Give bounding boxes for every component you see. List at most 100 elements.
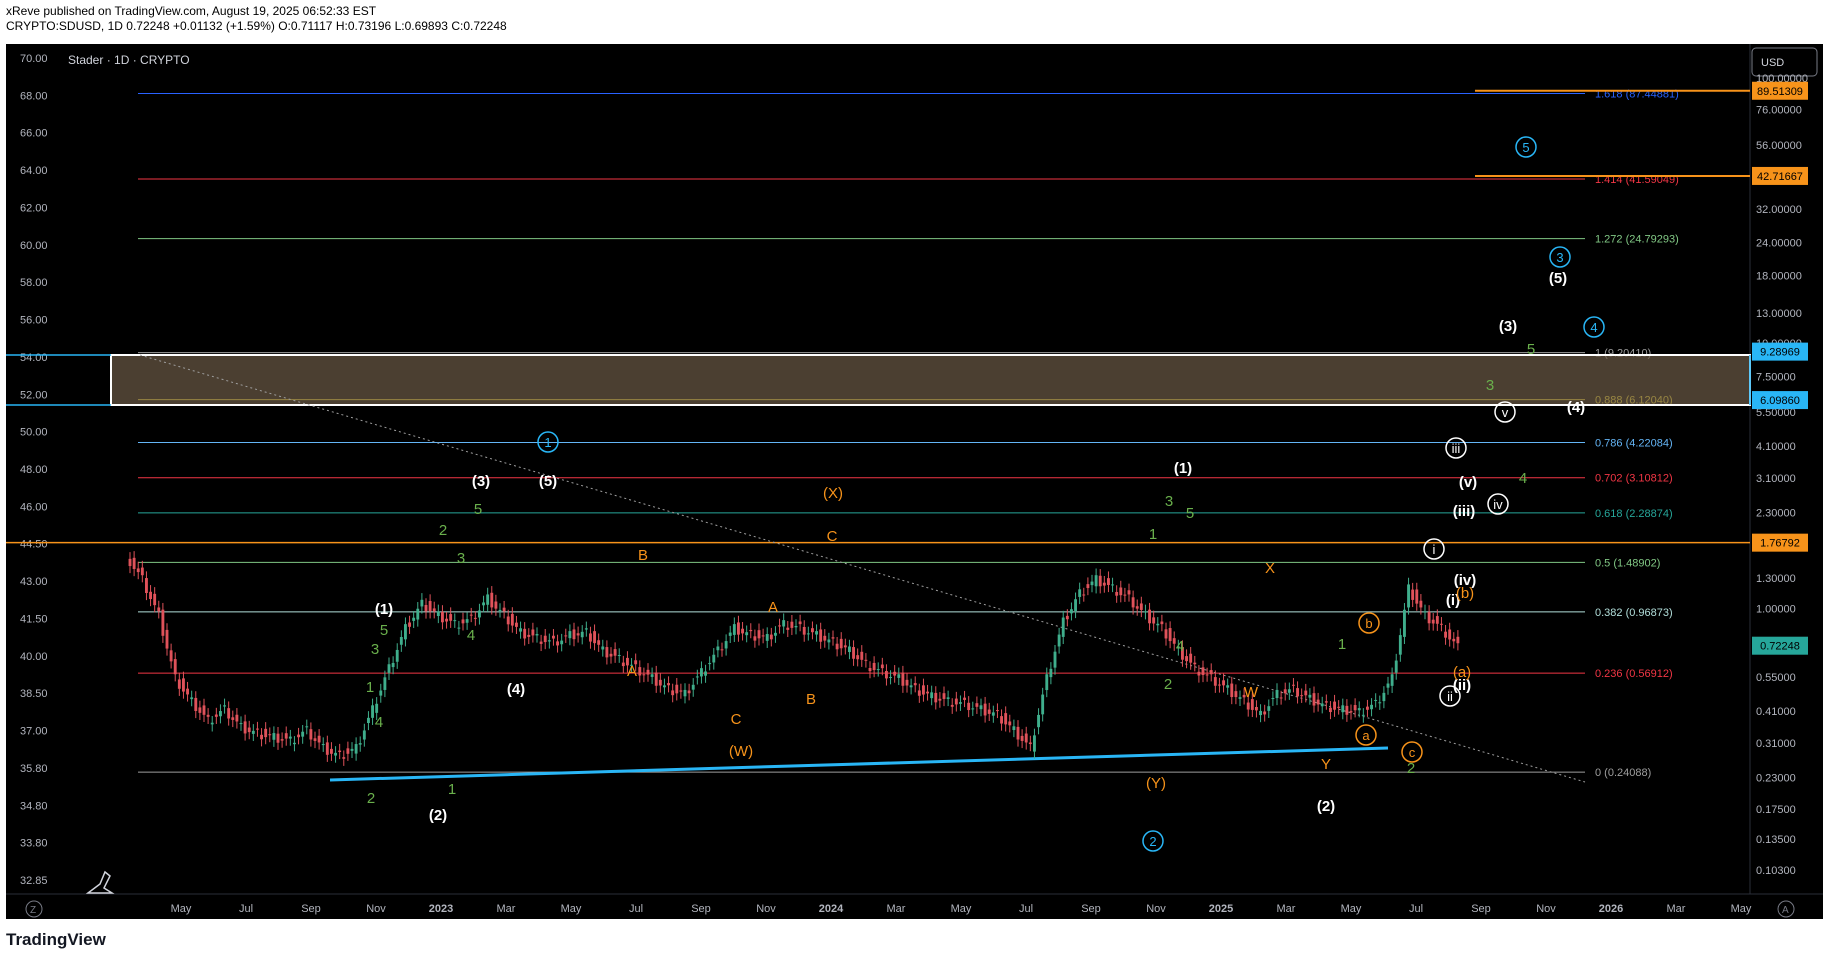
candle-body bbox=[802, 626, 806, 635]
candle-body bbox=[1045, 674, 1049, 691]
candle-body bbox=[1193, 662, 1197, 665]
candle-body bbox=[1230, 683, 1234, 698]
candle-body bbox=[1287, 689, 1291, 693]
circled-wave-label: 5 bbox=[1522, 140, 1529, 155]
candle-body bbox=[1374, 699, 1378, 701]
wave-label: (iii) bbox=[1453, 503, 1476, 520]
supply-zone-box[interactable] bbox=[110, 354, 1751, 406]
candle-body bbox=[1139, 603, 1143, 610]
x-axis-tick: Sep bbox=[301, 903, 321, 915]
candle-body bbox=[856, 655, 860, 660]
candle-body bbox=[486, 594, 490, 605]
candle-body bbox=[379, 690, 383, 696]
candle-body bbox=[868, 668, 872, 672]
candle-body bbox=[778, 625, 781, 627]
x-axis-tick: May bbox=[1341, 903, 1362, 915]
price-badge-text: 0.72248 bbox=[1760, 641, 1800, 653]
candle-body bbox=[424, 604, 428, 612]
wave-label: 3 bbox=[1165, 493, 1173, 510]
candle-body bbox=[815, 631, 818, 635]
candle-body bbox=[177, 679, 181, 689]
candle-body bbox=[617, 655, 621, 657]
candle-body bbox=[161, 609, 165, 636]
wave-label: C bbox=[827, 528, 838, 545]
candle-body bbox=[362, 730, 366, 740]
candle-body bbox=[1456, 636, 1460, 644]
candle-body bbox=[971, 708, 975, 710]
wave-label: 1 bbox=[448, 781, 456, 798]
candle-body bbox=[186, 688, 189, 695]
x-axis-tick: Mar bbox=[497, 903, 516, 915]
candle-body bbox=[819, 629, 823, 642]
wave-label: (v) bbox=[1459, 474, 1477, 491]
candle-body bbox=[1037, 714, 1040, 728]
candle-body bbox=[1234, 691, 1238, 698]
candle-body bbox=[654, 672, 658, 686]
candle-body bbox=[794, 625, 798, 628]
candle-body bbox=[309, 729, 313, 740]
tradingview-logo[interactable]: TradingView bbox=[6, 930, 106, 950]
wave-label: 4 bbox=[375, 714, 383, 731]
right-axis-tick: 0.13500 bbox=[1756, 834, 1796, 846]
left-axis-tick: 70.00 bbox=[20, 53, 48, 65]
candle-body bbox=[527, 634, 531, 637]
candle-body bbox=[190, 697, 194, 700]
candle-body bbox=[917, 690, 921, 696]
circled-wave-label: i bbox=[1433, 542, 1436, 557]
candle-body bbox=[297, 734, 300, 738]
candle-body bbox=[811, 628, 814, 633]
wave-label: 3 bbox=[457, 550, 465, 567]
price-chart[interactable]: Stader · 1D · CRYPTO USD 70.00 68.00 66.00… bbox=[0, 0, 1829, 960]
candle-body bbox=[885, 670, 888, 679]
candle-body bbox=[1086, 584, 1090, 589]
candle-body bbox=[695, 676, 699, 678]
candle-body bbox=[383, 677, 387, 690]
x-axis-tick: 2026 bbox=[1599, 903, 1623, 915]
candle-body bbox=[1329, 707, 1332, 713]
x-axis-tick: Jul bbox=[239, 903, 253, 915]
x-axis-tick: Sep bbox=[691, 903, 711, 915]
candle-body bbox=[1222, 680, 1225, 686]
wave-label: 2 bbox=[439, 522, 447, 539]
wave-label: Y bbox=[1321, 756, 1331, 773]
candle-body bbox=[1131, 597, 1135, 608]
candle-body bbox=[967, 702, 971, 711]
candle-body bbox=[1320, 703, 1324, 707]
right-axis-tick: 56.00000 bbox=[1756, 140, 1802, 152]
candle-body bbox=[708, 663, 712, 665]
candle-body bbox=[580, 631, 584, 638]
x-axis-tick: 2025 bbox=[1209, 903, 1233, 915]
candle-body bbox=[182, 678, 185, 692]
wave-label: B bbox=[638, 547, 648, 564]
candle-body bbox=[1361, 714, 1365, 716]
candle-body bbox=[1267, 706, 1271, 711]
candle-body bbox=[523, 628, 527, 639]
candle-body bbox=[482, 602, 485, 606]
wave-label: A bbox=[768, 599, 778, 616]
fib-level-label: 0.702 (3.10812) bbox=[1595, 473, 1673, 485]
x-axis-tick: Mar bbox=[887, 903, 906, 915]
candle-body bbox=[745, 632, 749, 636]
candle-body bbox=[547, 640, 551, 642]
right-axis-tick: 4.10000 bbox=[1756, 441, 1796, 453]
candle-body bbox=[251, 730, 255, 734]
candle-body bbox=[1053, 651, 1057, 668]
candle-body bbox=[728, 632, 732, 636]
candle-body bbox=[905, 679, 909, 686]
left-axis-tick: 44.50 bbox=[20, 539, 48, 551]
circled-wave-label: 4 bbox=[1590, 320, 1597, 335]
candle-body bbox=[515, 622, 518, 627]
left-axis-tick: 38.50 bbox=[20, 688, 48, 700]
candle-body bbox=[387, 664, 391, 673]
candle-body bbox=[975, 703, 979, 707]
candle-body bbox=[157, 607, 161, 612]
wave-label: (a) bbox=[1453, 664, 1471, 681]
wave-label: (2) bbox=[429, 807, 447, 824]
candle-body bbox=[330, 748, 333, 754]
candle-body bbox=[1345, 705, 1349, 715]
wave-label: 3 bbox=[371, 641, 379, 658]
candle-body bbox=[1148, 609, 1151, 624]
wave-label: 5 bbox=[1186, 505, 1194, 522]
candle-body bbox=[1448, 629, 1452, 640]
x-axis-tick: Mar bbox=[1277, 903, 1296, 915]
